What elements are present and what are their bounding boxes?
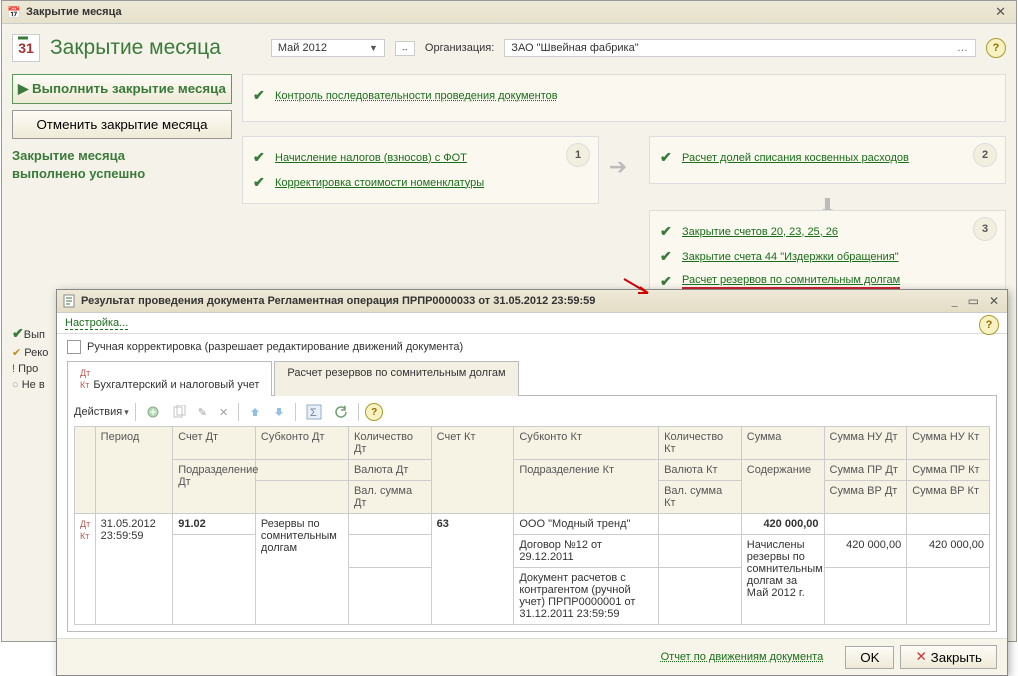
actions-menu[interactable]: Действия▾ [74,406,129,418]
status-text: Закрытие месяца выполнено успешно [12,147,232,183]
maximize-icon[interactable]: ▭ [966,294,981,309]
dtkt-icon: ДтКт [80,368,90,390]
check-icon: ✔ [253,174,269,191]
period-value: Май 2012 [278,42,327,54]
settings-link[interactable]: Настройка... [65,317,128,330]
step-link[interactable]: Закрытие счетов 20, 23, 25, 26 [682,226,838,238]
main-titlebar[interactable]: 📅 Закрытие месяца ✕ [2,1,1016,24]
manual-correction-checkbox[interactable]: Ручная корректировка (разрешает редактир… [67,340,997,354]
minimize-icon[interactable]: _ [950,294,960,309]
check-icon: ✔ [253,149,269,166]
control-sequence-link[interactable]: Контроль последовательности проведения д… [275,90,558,102]
entries-table[interactable]: Период Счет Дт Субконто Дт Количество Дт… [74,426,990,625]
calendar-icon: 31 [12,34,40,62]
close-icon[interactable]: ✕ [987,294,1001,309]
page-title: Закрытие месяца [50,36,221,60]
period-nav-button[interactable]: ↔ [395,41,415,56]
main-window: 📅 Закрытие месяца ✕ 31 Закрытие месяца М… [1,0,1017,642]
ok-button[interactable]: OK [845,646,894,669]
tab-accounting[interactable]: ДтКтБухгалтерский и налоговый учет [67,361,272,396]
organization-selector[interactable]: ЗАО "Швейная фабрика" … [504,39,976,57]
step-link[interactable]: Закрытие счета 44 "Издержки обращения" [682,251,899,263]
help-icon[interactable]: ? [365,403,383,421]
step-link[interactable]: Корректировка стоимости номенклатуры [275,177,484,189]
execute-close-button[interactable]: ▶ Выполнить закрытие месяца [12,74,232,104]
svg-text:Σ: Σ [310,407,317,419]
close-button[interactable]: ✕Закрыть [900,645,997,669]
help-icon[interactable]: ? [986,38,1006,58]
main-window-title: Закрытие месяца [26,6,991,18]
movements-report-link[interactable]: Отчет по движениям документа [661,651,824,663]
tab-reserves[interactable]: Расчет резервов по сомнительным долгам [274,361,518,396]
check-icon: ✔ [660,248,676,265]
ellipsis-icon: … [957,42,969,54]
period-selector[interactable]: Май 2012 ▼ [271,39,385,57]
step-link[interactable]: Расчет долей списания косвенных расходов [682,152,909,164]
delete-icon[interactable]: ✕ [215,404,232,421]
result-window-title: Результат проведения документа Регламент… [81,295,950,307]
dtkt-icon: ДтКт [75,514,96,625]
step-link[interactable]: Расчет резервов по сомнительным долгам [682,274,900,289]
close-icon[interactable]: ✕ [991,4,1010,20]
organization-value: ЗАО "Швейная фабрика" [511,42,638,54]
copy-icon[interactable] [168,403,190,421]
result-window: Результат проведения документа Регламент… [56,289,1008,676]
move-up-icon[interactable] [245,404,265,420]
document-icon [63,295,75,307]
cancel-close-button[interactable]: Отменить закрытие месяца [12,110,232,139]
check-icon: ✔ [660,273,676,290]
check-icon: ✔ [253,87,269,104]
step-badge: 1 [566,143,590,167]
result-toolbar: Настройка... ? [57,313,1007,334]
actions-toolbar: Действия▾ ✎ ✕ Σ ? [74,402,990,422]
check-icon: ✔ [660,149,676,166]
table-row[interactable]: ДтКт 31.05.2012 23:59:59 91.02 Резервы п… [75,514,990,535]
check-icon: ✔ [660,223,676,240]
help-icon[interactable]: ? [979,315,999,335]
step-badge: 2 [973,143,997,167]
org-label: Организация: [425,42,494,54]
calendar-small-icon: 📅 [8,6,20,18]
add-icon[interactable] [142,403,164,421]
step-badge: 3 [973,217,997,241]
result-titlebar[interactable]: Результат проведения документа Регламент… [57,290,1007,313]
step-link[interactable]: Начисление налогов (взносов) с ФОТ [275,152,467,164]
move-down-icon[interactable] [269,404,289,420]
edit-icon[interactable]: ✎ [194,404,211,421]
chevron-down-icon: ▼ [369,43,378,53]
arrow-right-icon: ➔ [609,154,627,180]
table-row[interactable]: Договор №12 от 29.12.2011 Начислены резе… [75,535,990,568]
sum-icon[interactable]: Σ [302,402,326,422]
refresh-icon[interactable] [330,403,352,421]
